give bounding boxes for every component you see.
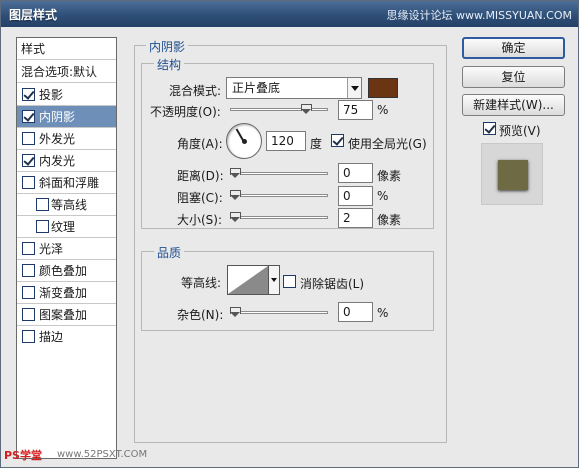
stroke-checkbox[interactable] xyxy=(22,330,35,343)
opacity-unit: % xyxy=(377,103,389,117)
choke-label: 阻塞(C): xyxy=(177,191,223,205)
footer-logo: PS学堂 xyxy=(4,449,42,462)
global-light-label: 使用全局光(G) xyxy=(348,137,427,151)
style-item-inner-shadow[interactable]: 内阴影 xyxy=(17,106,116,128)
angle-input[interactable]: 120 xyxy=(266,131,306,151)
distance-input[interactable]: 0 xyxy=(338,163,373,183)
pattern-overlay-checkbox[interactable] xyxy=(22,308,35,321)
texture-checkbox[interactable] xyxy=(36,220,49,233)
ok-button[interactable]: 确定 xyxy=(462,37,565,59)
bevel-emboss-checkbox[interactable] xyxy=(22,176,35,189)
style-item-satin[interactable]: 光泽 xyxy=(17,238,116,260)
size-input[interactable]: 2 xyxy=(338,208,373,228)
title-bar[interactable]: 图层样式 思缘设计论坛 www.MISSYUAN.COM xyxy=(1,1,578,27)
window-title: 图层样式 xyxy=(9,8,58,22)
preview-label: 预览(V) xyxy=(499,124,541,138)
reset-button[interactable]: 复位 xyxy=(462,66,565,88)
color-overlay-checkbox[interactable] xyxy=(22,264,35,277)
style-list-header: 样式 xyxy=(17,38,116,60)
style-item-pattern-overlay[interactable]: 图案叠加 xyxy=(17,304,116,326)
angle-unit: 度 xyxy=(310,137,323,151)
noise-input[interactable]: 0 xyxy=(338,302,373,322)
style-list: 样式 混合选项:默认 投影 内阴影 外发光 内发光 斜面和浮雕 等高线 纹理 光… xyxy=(16,37,117,459)
anti-alias-checkbox[interactable] xyxy=(283,275,296,288)
linear-contour-icon xyxy=(228,266,268,294)
style-item-color-overlay[interactable]: 颜色叠加 xyxy=(17,260,116,282)
quality-title: 品质 xyxy=(154,244,185,261)
style-item-gradient-overlay[interactable]: 渐变叠加 xyxy=(17,282,116,304)
style-preview xyxy=(481,143,543,205)
contour-checkbox[interactable] xyxy=(36,198,49,211)
style-item-contour[interactable]: 等高线 xyxy=(17,194,116,216)
style-item-outer-glow[interactable]: 外发光 xyxy=(17,128,116,150)
noise-slider-thumb[interactable] xyxy=(230,307,241,318)
blend-mode-select[interactable]: 正片叠底 xyxy=(226,77,362,99)
preview-checkbox[interactable] xyxy=(483,122,496,135)
inner-shadow-checkbox[interactable] xyxy=(22,110,35,123)
contour-label: 等高线: xyxy=(181,276,222,290)
section-title: 内阴影 xyxy=(146,38,189,55)
distance-unit: 像素 xyxy=(377,169,402,183)
distance-label: 距离(D): xyxy=(177,169,224,183)
structure-title: 结构 xyxy=(154,56,185,73)
contour-dropdown-icon[interactable] xyxy=(268,265,280,295)
style-item-bevel-emboss[interactable]: 斜面和浮雕 xyxy=(17,172,116,194)
inner-glow-checkbox[interactable] xyxy=(22,154,35,167)
distance-slider-thumb[interactable] xyxy=(230,168,241,179)
gradient-overlay-checkbox[interactable] xyxy=(22,286,35,299)
blend-mode-label: 混合模式: xyxy=(169,84,222,98)
opacity-slider-thumb[interactable] xyxy=(300,104,312,115)
size-unit: 像素 xyxy=(377,213,402,227)
style-item-blending-options[interactable]: 混合选项:默认 xyxy=(17,61,116,83)
layer-style-dialog: 图层样式 思缘设计论坛 www.MISSYUAN.COM 样式 混合选项:默认 … xyxy=(0,0,579,468)
outer-glow-checkbox[interactable] xyxy=(22,132,35,145)
noise-slider-track[interactable] xyxy=(230,311,328,314)
chevron-down-icon xyxy=(347,78,361,98)
footer-url: www.52PSXT.COM xyxy=(57,449,148,460)
choke-slider-thumb[interactable] xyxy=(230,190,241,201)
opacity-slider-track[interactable] xyxy=(230,108,328,111)
style-item-stroke[interactable]: 描边 xyxy=(17,326,116,348)
choke-input[interactable]: 0 xyxy=(338,186,373,206)
new-style-button[interactable]: 新建样式(W)... xyxy=(462,94,565,116)
blend-color-swatch[interactable] xyxy=(368,78,398,98)
global-light-checkbox[interactable] xyxy=(331,134,344,147)
size-slider-thumb[interactable] xyxy=(230,212,241,223)
blend-mode-value: 正片叠底 xyxy=(232,81,281,95)
preview-swatch xyxy=(498,160,528,190)
watermark-text: 思缘设计论坛 www.MISSYUAN.COM xyxy=(386,9,572,22)
noise-unit: % xyxy=(377,306,389,320)
style-item-inner-glow[interactable]: 内发光 xyxy=(17,150,116,172)
size-label: 大小(S): xyxy=(177,213,223,227)
drop-shadow-checkbox[interactable] xyxy=(22,88,35,101)
opacity-input[interactable]: 75 xyxy=(338,100,373,120)
style-item-texture[interactable]: 纹理 xyxy=(17,216,116,238)
noise-label: 杂色(N): xyxy=(177,308,224,322)
satin-checkbox[interactable] xyxy=(22,242,35,255)
contour-picker[interactable] xyxy=(227,265,280,295)
style-item-drop-shadow[interactable]: 投影 xyxy=(17,84,116,106)
opacity-label: 不透明度(O): xyxy=(150,105,221,119)
choke-slider-track[interactable] xyxy=(230,194,328,197)
angle-label: 角度(A): xyxy=(177,137,223,151)
angle-center-dot xyxy=(242,139,247,144)
angle-dial[interactable] xyxy=(226,123,262,159)
choke-unit: % xyxy=(377,189,389,203)
size-slider-track[interactable] xyxy=(230,216,328,219)
anti-alias-label: 消除锯齿(L) xyxy=(300,277,365,291)
distance-slider-track[interactable] xyxy=(230,172,328,175)
